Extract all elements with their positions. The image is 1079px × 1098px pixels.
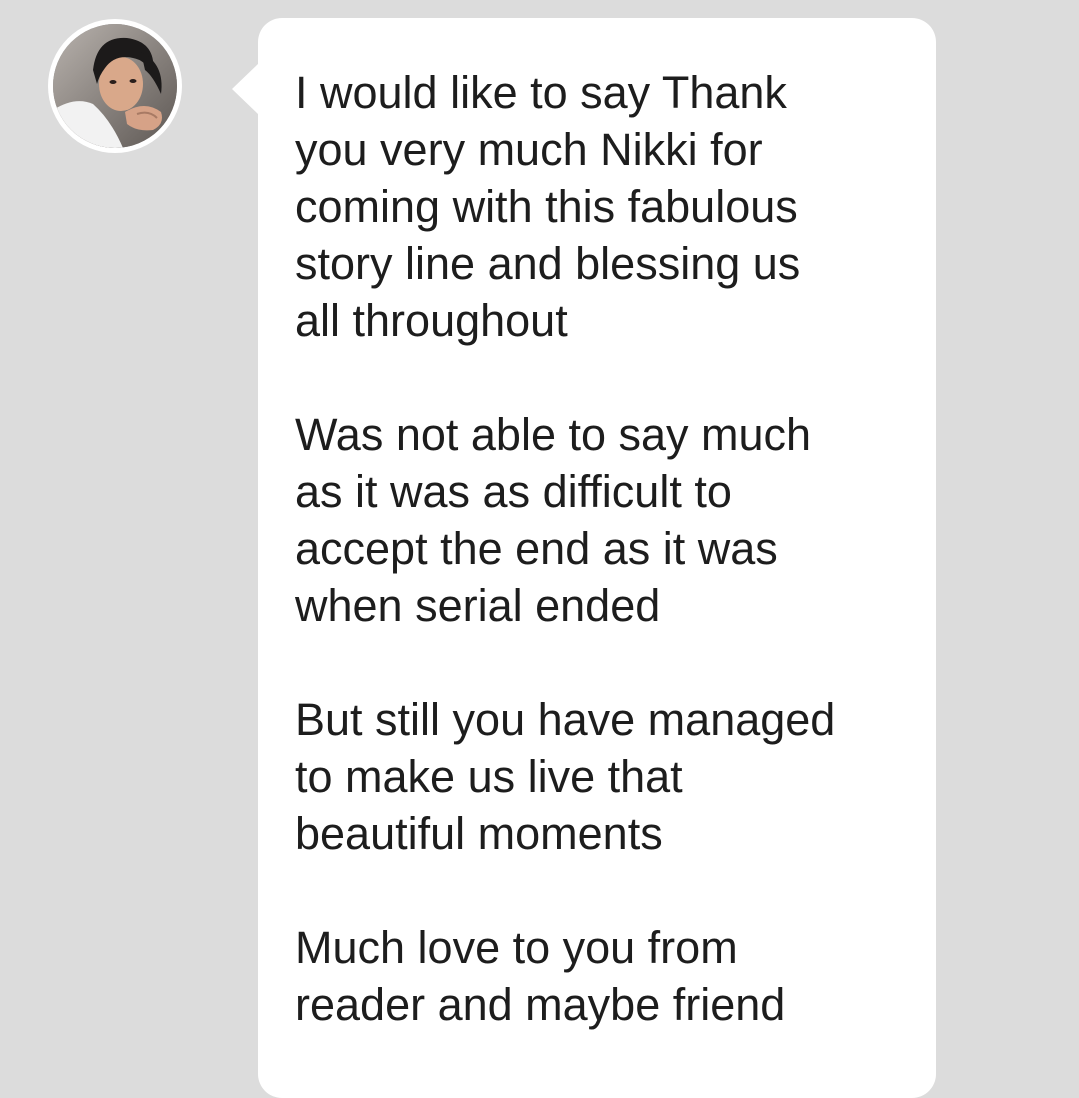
avatar-photo: [53, 24, 177, 148]
bubble-tail: [232, 63, 259, 115]
message-paragraph-1: I would like to say Thank you very much …: [295, 67, 801, 346]
message-bubble[interactable]: I would like to say Thank you very much …: [258, 18, 936, 1098]
message-text: I would like to say Thank you very much …: [295, 64, 915, 1090]
avatar[interactable]: [48, 19, 182, 153]
message-paragraph-3: But still you have managed to make us li…: [295, 694, 836, 859]
message-paragraph-4: Much love to you from reader and maybe f…: [295, 922, 786, 1030]
chat-area: I would like to say Thank you very much …: [0, 0, 1079, 1098]
message-paragraph-2: Was not able to say much as it was as di…: [295, 409, 812, 631]
person-photo-icon: [53, 24, 177, 148]
